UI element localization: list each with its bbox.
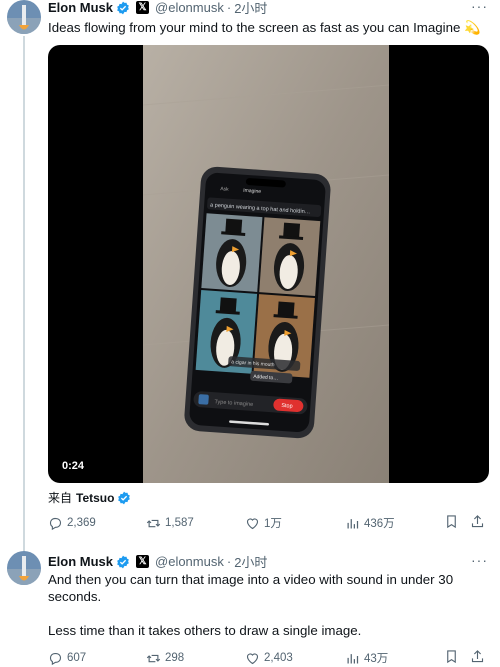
- tweet-text-second-paragraph: Less time than it takes others to draw a…: [48, 623, 362, 638]
- reply-icon: [49, 652, 62, 665]
- like-count: 2,403: [264, 652, 293, 664]
- repost-button[interactable]: 298: [146, 649, 184, 667]
- views-icon: [347, 518, 359, 528]
- timestamp[interactable]: 2小时: [234, 552, 267, 571]
- separator: ·: [226, 554, 232, 569]
- source-attribution: 来自 Tetsuo: [48, 489, 131, 506]
- repost-count: 1,587: [165, 517, 194, 529]
- phone-tab-ask: Ask: [220, 186, 229, 193]
- avatar[interactable]: [7, 551, 41, 585]
- author-handle[interactable]: @elonmusk: [155, 554, 224, 569]
- like-button[interactable]: 2,403: [245, 649, 293, 667]
- share-button[interactable]: [470, 514, 485, 532]
- dizzy-emoji: 💫: [464, 20, 481, 35]
- bookmark-button[interactable]: [444, 649, 459, 667]
- x-affiliate-icon: 𝕏: [136, 1, 150, 14]
- source-prefix: 来自: [48, 491, 73, 505]
- reply-count: 607: [67, 652, 87, 664]
- views-button[interactable]: 43万: [345, 649, 388, 667]
- share-icon: [471, 515, 484, 528]
- views-icon: [347, 653, 359, 663]
- verified-badge-icon: [117, 1, 129, 14]
- tweet-text: Ideas flowing from your mind to the scre…: [48, 19, 482, 36]
- tweet-actions: 2,369 1,587 1万 436万: [48, 514, 488, 532]
- separator: ·: [226, 0, 232, 15]
- video-duration: 0:24: [62, 460, 85, 472]
- phone-tab-imagine: Imagine: [243, 188, 261, 195]
- x-affiliate-icon: 𝕏: [136, 555, 150, 568]
- share-icon: [471, 650, 484, 663]
- author-name[interactable]: Elon Musk: [48, 554, 113, 569]
- phone-stop-label: Stop: [281, 403, 293, 410]
- thread-line: [23, 36, 25, 581]
- heart-icon: [246, 517, 259, 529]
- tweet-header: Elon Musk 𝕏 @elonmusk · 2小时: [48, 552, 267, 571]
- repost-icon: [146, 519, 161, 527]
- view-count: 43万: [364, 653, 389, 665]
- reply-button[interactable]: 607: [48, 649, 86, 667]
- tweet-actions: 607 298 2,403 43万: [48, 649, 488, 667]
- reply-button[interactable]: 2,369: [48, 514, 96, 532]
- timestamp[interactable]: 2小时: [234, 0, 267, 17]
- share-button[interactable]: [470, 649, 485, 667]
- reply-count: 2,369: [67, 517, 96, 529]
- repost-button[interactable]: 1,587: [146, 514, 194, 532]
- tweet-text-body: Ideas flowing from your mind to the scre…: [48, 20, 461, 35]
- video-player[interactable]: a penguin wearing a top hat and holdin… …: [48, 45, 489, 483]
- more-options-icon[interactable]: ···: [471, 0, 488, 14]
- tweet-header: Elon Musk 𝕏 @elonmusk · 2小时: [48, 0, 267, 17]
- view-count: 436万: [364, 518, 395, 530]
- source-name[interactable]: Tetsuo: [76, 491, 114, 505]
- avatar-image: [7, 551, 41, 585]
- avatar-image: [7, 0, 41, 34]
- repost-icon: [146, 654, 161, 662]
- reply-icon: [49, 517, 62, 530]
- tweet-text: And then you can turn that image into a …: [48, 572, 454, 604]
- more-options-icon[interactable]: ···: [471, 552, 488, 568]
- like-count: 1万: [264, 518, 282, 530]
- avatar[interactable]: [7, 0, 41, 34]
- verified-badge-icon: [117, 555, 129, 568]
- bookmark-icon: [447, 515, 456, 529]
- verified-badge-icon: [118, 491, 131, 504]
- bookmark-button[interactable]: [444, 514, 459, 532]
- views-button[interactable]: 436万: [345, 514, 395, 532]
- repost-count: 298: [165, 652, 185, 664]
- bookmark-icon: [447, 650, 456, 664]
- heart-icon: [246, 652, 259, 664]
- author-handle[interactable]: @elonmusk: [155, 0, 224, 15]
- author-name[interactable]: Elon Musk: [48, 0, 113, 15]
- video-frame: a penguin wearing a top hat and holdin… …: [142, 45, 390, 483]
- like-button[interactable]: 1万: [245, 514, 282, 532]
